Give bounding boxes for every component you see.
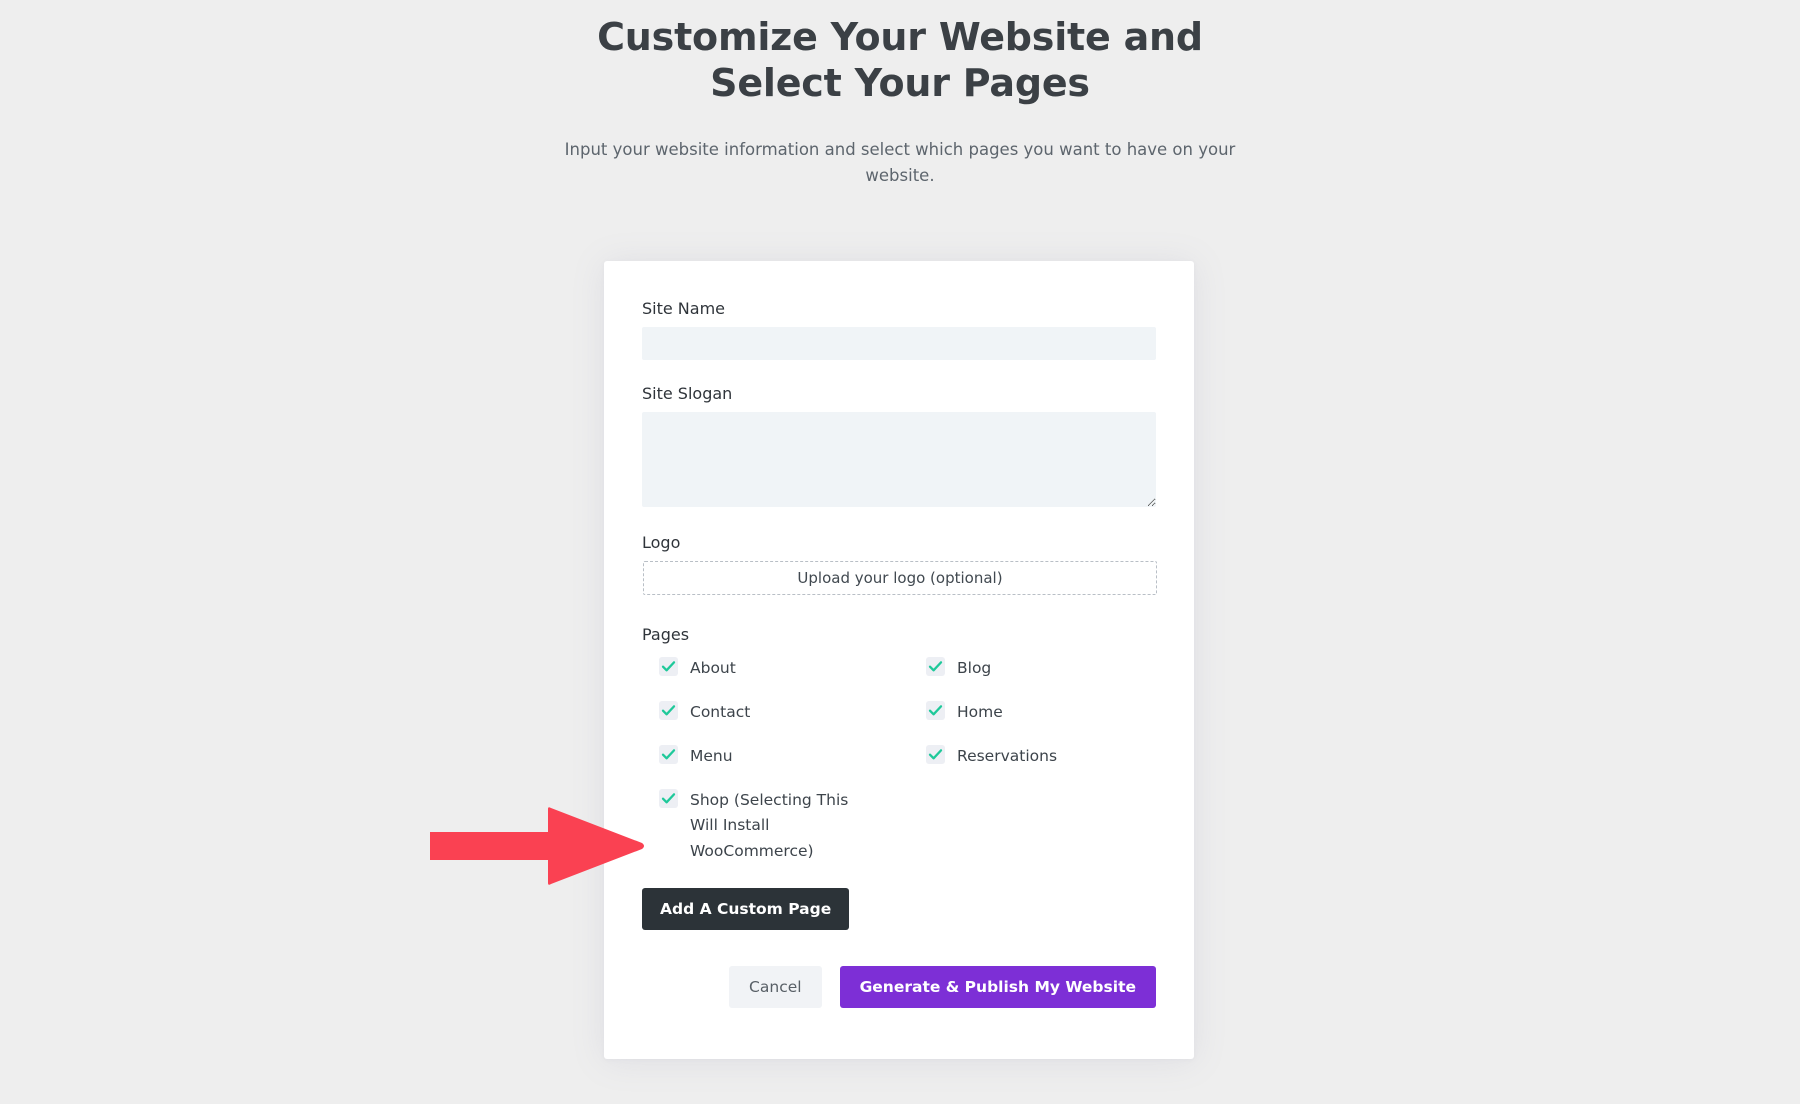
site-slogan-textarea[interactable]: [642, 412, 1156, 507]
page-label: Contact: [690, 703, 751, 722]
site-slogan-field-group: Site Slogan: [642, 384, 1156, 507]
page-root: Customize Your Website and Select Your P…: [0, 0, 1800, 1104]
page-label: Home: [957, 703, 1003, 722]
page-label: Reservations: [957, 747, 1058, 766]
checkmark-icon[interactable]: [659, 701, 678, 721]
logo-label: Logo: [642, 533, 681, 552]
page-label: Blog: [957, 659, 992, 677]
site-name-label: Site Name: [642, 299, 726, 318]
checkmark-icon[interactable]: [926, 745, 945, 765]
pages-section-label: Pages: [642, 625, 690, 644]
card-content: Site Name Site Slogan Logo Upload your l…: [642, 299, 1157, 1008]
page-label: Menu: [690, 747, 733, 766]
site-name-field-group: Site Name: [642, 299, 1156, 360]
checkmark-icon[interactable]: [926, 657, 945, 676]
header: Customize Your Website and Select Your P…: [550, 14, 1250, 190]
page-label: About: [690, 659, 736, 677]
checkmark-icon[interactable]: [659, 745, 678, 765]
page-title: Customize Your Website and Select Your P…: [597, 15, 1203, 106]
site-slogan-label: Site Slogan: [642, 384, 733, 403]
page-checkbox-home[interactable]: Home: [926, 700, 1156, 725]
footer-actions: Cancel Generate & Publish My Website: [642, 965, 1156, 1008]
page-checkbox-about[interactable]: About: [659, 656, 926, 681]
customize-website-card: Site Name Site Slogan Logo Upload your l…: [604, 261, 1194, 1059]
logo-field-group: Logo Upload your logo (optional): [642, 533, 1157, 595]
page-checkbox-blog[interactable]: Blog: [926, 656, 1156, 681]
checkmark-icon[interactable]: [659, 789, 678, 809]
generate-publish-button[interactable]: Generate & Publish My Website: [839, 965, 1156, 1008]
page-checkbox-shop[interactable]: Shop (Selecting This Will Install WooCom…: [659, 788, 926, 863]
page-checkbox-contact[interactable]: Contact: [659, 700, 926, 725]
page-checkbox-menu[interactable]: Menu: [659, 744, 926, 769]
page-subtitle: Input your website information and selec…: [564, 139, 1236, 186]
pages-checkbox-grid: About Blog Contact Home Menu Reservation…: [642, 656, 1156, 864]
logo-upload-dropzone[interactable]: Upload your logo (optional): [643, 561, 1157, 595]
add-custom-page-button[interactable]: Add A Custom Page: [642, 887, 850, 930]
site-name-input[interactable]: [642, 327, 1156, 360]
page-label: Shop (Selecting This Will Install WooCom…: [690, 791, 849, 860]
checkmark-icon[interactable]: [659, 657, 678, 676]
page-checkbox-reservations[interactable]: Reservations: [926, 744, 1156, 769]
logo-upload-text: Upload your logo (optional): [797, 569, 1003, 587]
checkmark-icon[interactable]: [926, 701, 945, 721]
cancel-button[interactable]: Cancel: [729, 965, 822, 1008]
